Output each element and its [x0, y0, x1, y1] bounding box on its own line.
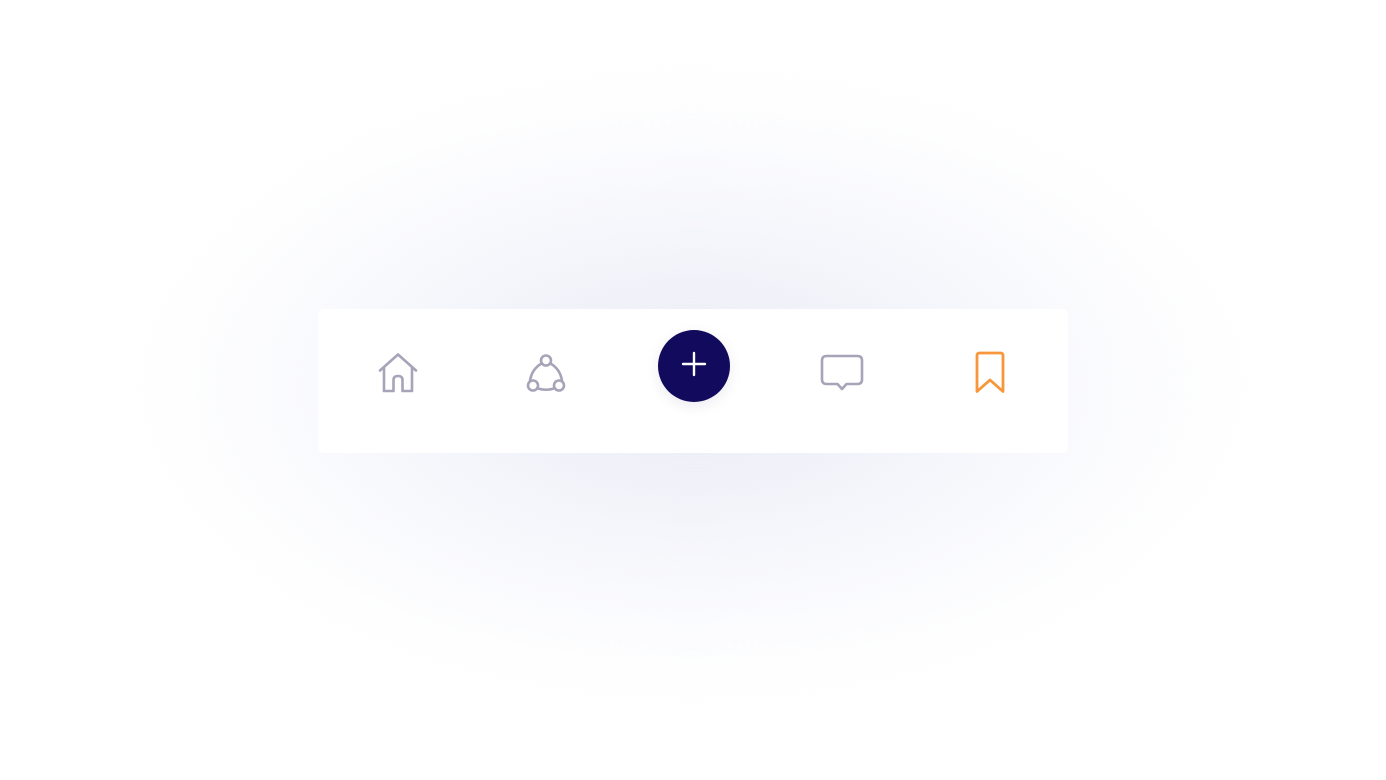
nav-item-bookmark[interactable] — [962, 345, 1018, 401]
nav-item-connect[interactable] — [518, 345, 574, 401]
nav-item-home[interactable] — [370, 345, 426, 401]
home-icon — [376, 351, 420, 395]
bookmark-icon — [968, 351, 1012, 395]
chat-bubble-icon — [820, 351, 864, 395]
network-icon — [524, 351, 568, 395]
add-button[interactable] — [658, 330, 730, 402]
bottom-navigation-bar — [318, 309, 1068, 453]
app-canvas — [0, 0, 1386, 780]
nav-item-chat[interactable] — [814, 345, 870, 401]
plus-icon — [680, 350, 708, 383]
